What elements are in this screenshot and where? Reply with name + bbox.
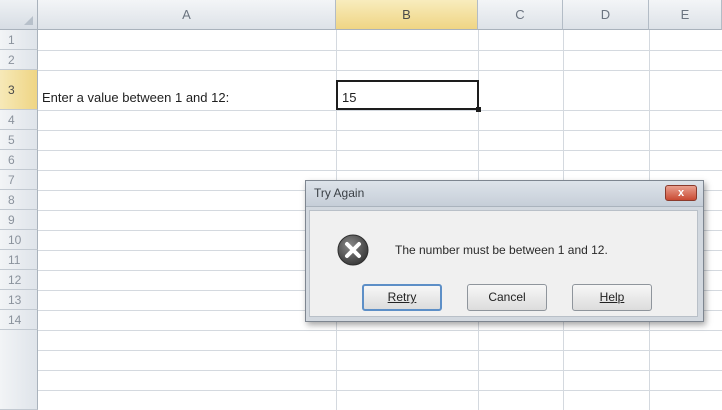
row-header-1[interactable]: 1: [0, 30, 38, 50]
row-header-6[interactable]: 6: [0, 150, 38, 170]
cell-b3-active[interactable]: 15: [336, 80, 479, 110]
cell-b3-value: 15: [342, 90, 357, 105]
gridline: [38, 370, 722, 371]
row-header-filler: [0, 330, 38, 410]
close-button[interactable]: x: [665, 185, 697, 201]
column-header-e[interactable]: E: [649, 0, 722, 30]
row-header-13[interactable]: 13: [0, 290, 38, 310]
close-icon: x: [677, 187, 685, 199]
row-header-5[interactable]: 5: [0, 130, 38, 150]
help-button-label: Help: [599, 290, 625, 304]
column-header-a[interactable]: A: [38, 0, 336, 30]
dialog-titlebar[interactable]: Try Again x: [306, 181, 703, 207]
gridline: [38, 150, 722, 151]
help-button[interactable]: Help: [572, 284, 652, 311]
column-header-c[interactable]: C: [478, 0, 563, 30]
validation-error-dialog: Try Again x The number must be between 1…: [305, 180, 704, 322]
gridline: [38, 390, 722, 391]
gridline: [38, 170, 722, 171]
cancel-button[interactable]: Cancel: [467, 284, 547, 311]
row-header-10[interactable]: 10: [0, 230, 38, 250]
column-header-d[interactable]: D: [563, 0, 649, 30]
row-header-8[interactable]: 8: [0, 190, 38, 210]
retry-button[interactable]: Retry: [362, 284, 442, 311]
row-header-9[interactable]: 9: [0, 210, 38, 230]
gridline: [38, 50, 722, 51]
spreadsheet: A B C D E 1 2 3 4 5 6 7 8 9 10 11 12 13 …: [0, 0, 722, 410]
dialog-title: Try Again: [314, 186, 365, 200]
error-icon: [337, 234, 369, 266]
retry-button-label: Retry: [387, 290, 417, 304]
gridline: [38, 330, 722, 331]
row-header-11[interactable]: 11: [0, 250, 38, 270]
error-message: The number must be between 1 and 12.: [395, 243, 608, 257]
row-header-4[interactable]: 4: [0, 110, 38, 130]
dialog-body: The number must be between 1 and 12. Ret…: [309, 210, 698, 317]
gridline: [38, 350, 722, 351]
gridline: [38, 110, 722, 111]
select-all-corner[interactable]: [0, 0, 38, 30]
gridline: [38, 70, 722, 71]
column-header-b[interactable]: B: [336, 0, 478, 30]
row-header-3[interactable]: 3: [0, 70, 38, 110]
fill-handle[interactable]: [476, 107, 481, 112]
cell-a3[interactable]: Enter a value between 1 and 12:: [42, 90, 229, 105]
column-header-row: A B C D E: [0, 0, 722, 30]
row-header-14[interactable]: 14: [0, 310, 38, 330]
row-header-12[interactable]: 12: [0, 270, 38, 290]
row-header-2[interactable]: 2: [0, 50, 38, 70]
row-header-7[interactable]: 7: [0, 170, 38, 190]
gridline: [38, 130, 722, 131]
cancel-button-label: Cancel: [488, 290, 526, 304]
